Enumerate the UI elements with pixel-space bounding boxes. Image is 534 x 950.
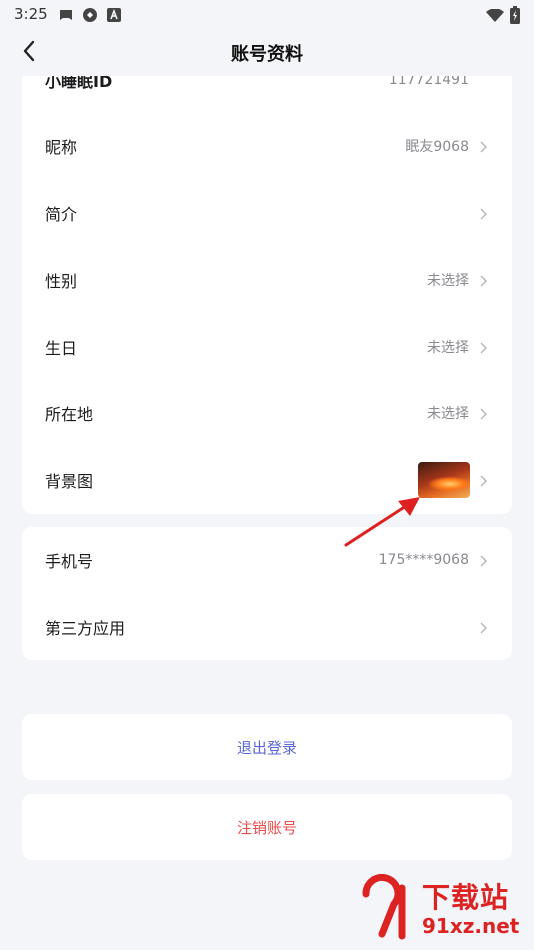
row-label: 所在地 — [45, 405, 94, 424]
account-card: 手机号 175****9068 第三方应用 — [22, 527, 512, 660]
row-background-image[interactable]: 背景图 — [22, 447, 512, 513]
row-birthday[interactable]: 生日 未选择 — [22, 314, 512, 380]
row-label: 小睡眠ID — [45, 76, 113, 91]
chevron-right-icon — [478, 473, 488, 487]
chevron-right-icon — [478, 620, 488, 634]
row-value: 眠友9068 — [405, 139, 469, 155]
logout-button[interactable]: 退出登录 — [22, 714, 512, 780]
app-a-icon — [106, 7, 122, 23]
chevron-right-icon — [478, 406, 488, 420]
watermark-91-icon — [362, 873, 406, 940]
wifi-icon — [486, 7, 504, 27]
sync-icon — [82, 7, 98, 23]
row-location[interactable]: 所在地 未选择 — [22, 380, 512, 446]
row-label: 性别 — [45, 272, 78, 291]
row-value: 117721491 — [388, 76, 469, 88]
row-sleep-id: 小睡眠ID 117721491 — [22, 76, 512, 104]
row-value: 175****9068 — [378, 552, 469, 568]
row-third-party-apps[interactable]: 第三方应用 — [22, 594, 512, 660]
row-label: 第三方应用 — [45, 619, 126, 638]
row-label: 生日 — [45, 339, 78, 358]
chevron-right-icon — [478, 206, 488, 220]
watermark-title: 下载站 — [422, 881, 510, 914]
row-phone[interactable]: 手机号 175****9068 — [22, 527, 512, 593]
background-image-thumbnail — [418, 462, 470, 498]
row-value: 未选择 — [427, 406, 469, 422]
chevron-right-icon — [478, 139, 488, 153]
row-bio[interactable]: 简介 — [22, 180, 512, 246]
row-label: 简介 — [45, 205, 78, 224]
game-controller-icon — [58, 7, 74, 23]
row-label: 手机号 — [45, 552, 94, 571]
status-time: 3:25 — [14, 5, 48, 23]
row-value: 未选择 — [427, 340, 469, 356]
row-label: 背景图 — [45, 472, 94, 491]
battery-charging-icon — [510, 6, 520, 28]
page-title: 账号资料 — [231, 44, 303, 65]
row-value: 未选择 — [427, 273, 469, 289]
status-bar: 3:25 — [0, 0, 534, 30]
watermark-url: 91xz.net — [422, 914, 520, 938]
row-label: 昵称 — [45, 138, 78, 157]
chevron-right-icon — [478, 273, 488, 287]
delete-account-button[interactable]: 注销账号 — [22, 794, 512, 860]
row-gender[interactable]: 性别 未选择 — [22, 247, 512, 313]
profile-info-card: 小睡眠ID 117721491 昵称 眠友9068 简介 性别 未选择 生日 未… — [22, 76, 512, 514]
row-nickname[interactable]: 昵称 眠友9068 — [22, 113, 512, 179]
nav-bar: 账号资料 — [0, 30, 534, 74]
watermark-logo: 下载站 91xz.net — [360, 873, 530, 946]
chevron-right-icon — [478, 340, 488, 354]
chevron-right-icon — [478, 553, 488, 567]
